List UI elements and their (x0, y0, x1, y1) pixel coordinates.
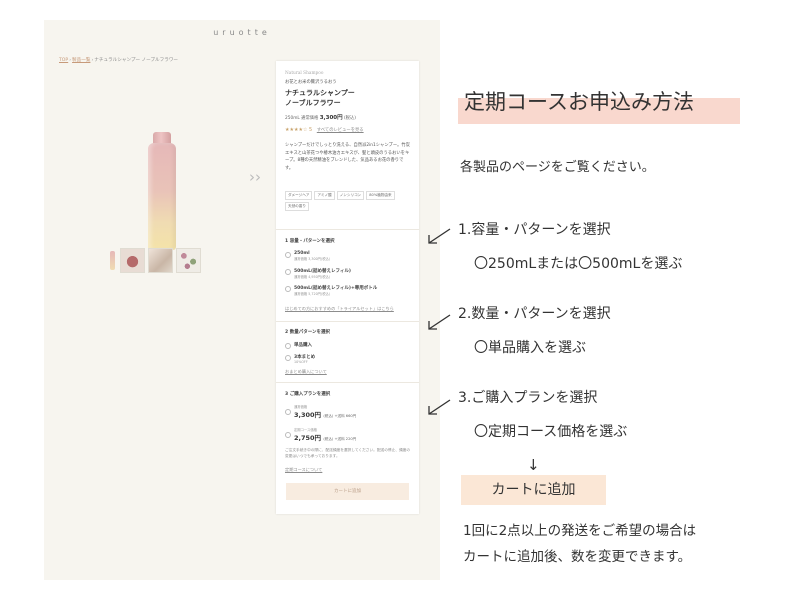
add-to-cart-button[interactable]: カートに追加 (286, 483, 409, 500)
price-prefix: 250mL 通常価格 (285, 116, 319, 121)
product-name-line2: ノーブルフラワー (285, 99, 341, 107)
option-regular-price[interactable]: 通常価格 3,300円 (税込) +送料 660円 (285, 404, 356, 419)
radio-button[interactable] (285, 269, 291, 275)
step3-detail: 〇定期コース価格を選ぶ (474, 424, 628, 440)
step2-detail: 〇単品購入を選ぶ (474, 340, 586, 356)
radio-button[interactable] (285, 409, 291, 415)
product-main-image (148, 132, 176, 250)
price-value: 3,300円 (319, 115, 343, 121)
breadcrumb-current: ナチュラルシャンプー ノーブルフラワー (94, 58, 179, 63)
radio-button[interactable] (285, 286, 291, 292)
footnote-line2: カートに追加後、数を変更できます。 (463, 549, 692, 565)
step1-label: 1.容量・パターンを選択 (458, 222, 611, 238)
tag-damage-hair[interactable]: ダメージヘア (285, 191, 313, 200)
product-name: ナチュラルシャンプー ノーブルフラワー (285, 88, 411, 108)
tag-natural-scent[interactable]: 天然の香り (285, 202, 309, 211)
step1-detail: 〇250mLまたは〇500mLを選ぶ (474, 256, 683, 272)
option-500ml-refill[interactable]: 500mL(詰め替えレフィル) 通常価格 4,950円(税込) (285, 268, 351, 279)
divider (276, 321, 419, 322)
subscription-note: ご注文手続き中の際に、配送頻度を選択してください。配送の停止、頻度の変更はいつで… (285, 448, 411, 458)
tag-plant-derived[interactable]: 80%植物由来 (366, 191, 395, 200)
radio-button[interactable] (285, 343, 291, 349)
product-page-screenshot: uruotte TOP›製品一覧›ナチュラルシャンプー ノーブルフラワー ›› … (44, 20, 440, 580)
radio-button[interactable] (285, 355, 291, 361)
product-tags: ダメージヘア アミノ酸 ノンシリコン 80%植物由来 天然の香り (285, 191, 413, 211)
breadcrumb-top-link[interactable]: TOP (59, 58, 68, 63)
breadcrumb: TOP›製品一覧›ナチュラルシャンプー ノーブルフラワー (59, 58, 179, 63)
step3-label: 3.ご購入プランを選択 (458, 390, 598, 406)
product-description: シャンプーだけでしっとり洗える、自然派2in1シャンプー。竹炭エキスと山茶花つや… (285, 143, 410, 171)
product-catchphrase: お花とお米の贅沢うるおう (285, 80, 337, 85)
guide-intro: 各製品のページをご覧ください。 (460, 160, 655, 175)
option-single-purchase[interactable]: 単品購入 (285, 342, 312, 349)
price-suffix: (税込) (344, 116, 356, 121)
bundle-info-link[interactable]: おまとめ購入について (285, 369, 327, 375)
breadcrumb-products-link[interactable]: 製品一覧 (72, 58, 90, 63)
option-250ml[interactable]: 250ml 通常価格 3,300円(税込) (285, 251, 330, 261)
section3-title: 3 ご購入プランを選択 (285, 392, 331, 397)
trial-set-link[interactable]: はじめての方におすすめの「トライアルセット」はこちら (285, 306, 394, 312)
product-category-label: Natural Shampoo (285, 71, 324, 76)
product-purchase-panel: Natural Shampoo お花とお米の贅沢うるおう ナチュラルシャンプー … (276, 61, 419, 514)
pointer-arrow-icon (428, 228, 451, 244)
tag-amino-acid[interactable]: アミノ酸 (314, 191, 335, 200)
section2-title: 2 数量パターンを選択 (285, 330, 330, 335)
thumbnail-model[interactable] (120, 248, 145, 273)
divider (276, 382, 419, 383)
section1-title: 1 容量・パターンを選択 (285, 239, 335, 244)
thumbnail-bottle[interactable] (108, 248, 117, 273)
divider (276, 229, 419, 230)
star-rating-icon: ★★★★☆ (285, 127, 308, 133)
all-reviews-link[interactable]: すべてのレビューを見る (317, 128, 364, 133)
guide-title: 定期コースお申込み方法 (464, 90, 694, 114)
product-price: 250mL 通常価格 3,300円 (税込) (285, 113, 356, 121)
subscription-info-link[interactable]: 定期コースについて (285, 467, 322, 473)
pointer-arrow-icon (428, 314, 451, 330)
pointer-arrow-icon (428, 399, 451, 415)
step2-label: 2.数量・パターンを選択 (458, 306, 611, 322)
product-rating: ★★★★☆ 5 すべてのレビューを見る (285, 127, 364, 133)
option-500ml-refill-bottle[interactable]: 500mL(詰め替えレフィル)+専用ボトル 通常価格 5,720円(税込) (285, 285, 377, 296)
footnote-line1: 1回に2点以上の発送をご希望の場合は (463, 523, 697, 539)
option-bundle-3[interactable]: 3本まとめ 10%OFF (285, 354, 315, 364)
down-arrow-icon: ↓ (527, 456, 540, 474)
image-thumbnails (108, 248, 201, 273)
site-logo[interactable]: uruotte (44, 28, 440, 37)
thumbnail-flowers[interactable] (176, 248, 201, 273)
option-subscription-price[interactable]: 定期コース価格 2,750円 (税込) +送料 220円 (285, 427, 356, 442)
review-count: 5 (309, 127, 313, 133)
cart-callout-button[interactable]: カートに追加 (461, 475, 606, 505)
thumbnail-hair[interactable] (148, 248, 173, 273)
tag-non-silicone[interactable]: ノンシリコン (336, 191, 365, 200)
radio-button[interactable] (285, 432, 291, 438)
radio-button[interactable] (285, 252, 291, 258)
product-name-line1: ナチュラルシャンプー (285, 89, 355, 97)
bottle-body (148, 143, 176, 250)
image-next-arrow-icon[interactable]: ›› (249, 170, 261, 185)
